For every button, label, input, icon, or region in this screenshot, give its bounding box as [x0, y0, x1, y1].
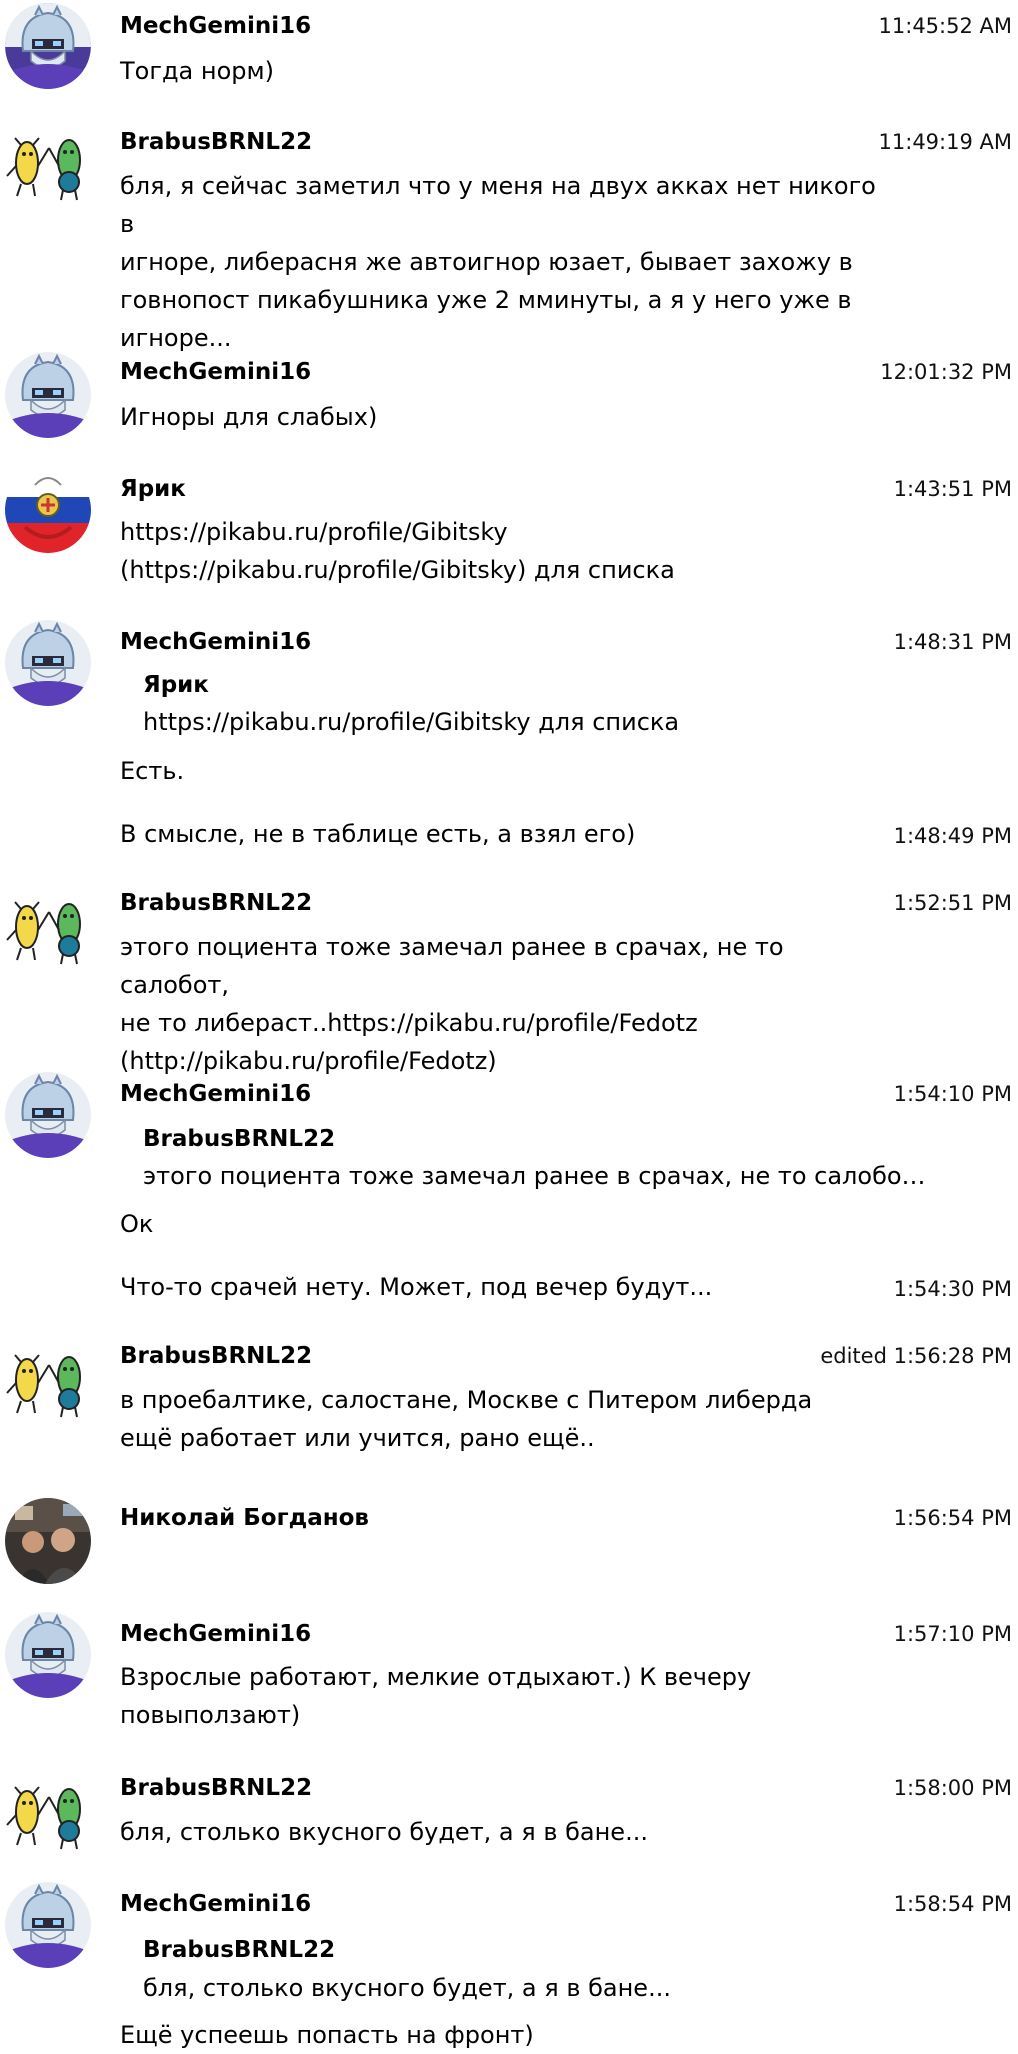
timestamp: 1:58:54 PM: [893, 1892, 1012, 1916]
avatar-mechgemini16[interactable]: [5, 352, 91, 438]
message-line: (https://pikabu.ru/profile/Gibitsky) для…: [120, 556, 675, 584]
quote-text: https://pikabu.ru/profile/Gibitsky для с…: [143, 708, 680, 736]
message-text: Ещё успеешь попасть на фронт): [120, 2021, 534, 2049]
message-line: повыползают): [120, 1701, 301, 1729]
link-text[interactable]: не то либераст..https://pikabu.ru/profil…: [120, 1004, 880, 1042]
quote-author: BrabusBRNL22: [143, 1126, 336, 1152]
timestamp: 12:01:32 PM: [880, 360, 1012, 384]
author-name[interactable]: MechGemini16: [120, 1620, 311, 1648]
quote-text: этого поциента тоже замечал ранее в срач…: [143, 1162, 926, 1190]
author-name[interactable]: BrabusBRNL22: [120, 1342, 312, 1370]
author-name[interactable]: MechGemini16: [120, 1080, 311, 1108]
timestamp: 1:54:30 PM: [893, 1277, 1012, 1301]
avatar-brabusbrnl22[interactable]: [5, 882, 91, 968]
message-line: игноре...: [120, 324, 232, 352]
avatar-brabusbrnl22[interactable]: [5, 1335, 91, 1421]
avatar-yarik[interactable]: [5, 467, 91, 553]
message-line: этого поциента тоже замечал ранее в срач…: [120, 933, 784, 999]
timestamp: 1:48:31 PM: [893, 630, 1012, 654]
avatar-brabusbrnl22[interactable]: [5, 118, 91, 204]
timestamp: 1:56:54 PM: [893, 1506, 1012, 1530]
author-name[interactable]: Ярик: [120, 475, 186, 503]
timestamp: 1:58:00 PM: [893, 1776, 1012, 1800]
robot-helmet-icon: [5, 352, 91, 438]
avatar-brabusbrnl22[interactable]: [5, 1767, 91, 1853]
link-text[interactable]: https://pikabu.ru/profile/Gibitsky: [120, 513, 880, 551]
robot-helmet-icon: [5, 3, 91, 89]
user-photo-icon: [5, 1498, 91, 1584]
message-text: Ок: [120, 1210, 154, 1238]
message-text: бля, столько вкусного будет, а я в бане.…: [120, 1818, 648, 1846]
message-text: Взрослые работают, мелкие отдыхают.) К в…: [120, 1658, 880, 1734]
message-text: бля, я сейчас заметил что у меня на двух…: [120, 167, 880, 357]
timestamp: 1:57:10 PM: [893, 1622, 1012, 1646]
message-text: Игноры для слабых): [120, 403, 378, 431]
robot-helmet-icon: [5, 1612, 91, 1698]
author-name[interactable]: Николай Богданов: [120, 1504, 369, 1532]
message-line: ещё работает или учится, рано ещё..: [120, 1424, 595, 1452]
author-name[interactable]: BrabusBRNL22: [120, 889, 312, 917]
message-text: Что-то срачей нету. Может, под вечер буд…: [120, 1273, 713, 1301]
timestamp: 11:45:52 AM: [878, 14, 1012, 38]
message-line: Взрослые работают, мелкие отдыхают.) К в…: [120, 1663, 752, 1691]
timestamp: 11:49:19 AM: [878, 130, 1012, 154]
timestamp: 1:48:49 PM: [893, 824, 1012, 848]
robot-helmet-icon: [5, 1072, 91, 1158]
avatar-mechgemini16[interactable]: [5, 1612, 91, 1698]
avatar-mechgemini16[interactable]: [5, 1072, 91, 1158]
message-text: https://pikabu.ru/profile/Gibitsky (http…: [120, 513, 880, 589]
link-text[interactable]: (http://pikabu.ru/profile/Fedotz): [120, 1042, 880, 1080]
author-name[interactable]: MechGemini16: [120, 358, 311, 386]
message-line: говнопост пикабушника уже 2 мминуты, а я…: [120, 286, 852, 314]
timestamp: 1:43:51 PM: [893, 477, 1012, 501]
quote-author: BrabusBRNL22: [143, 1937, 336, 1963]
robot-helmet-icon: [5, 1882, 91, 1968]
timestamp: edited 1:56:28 PM: [820, 1344, 1012, 1368]
message-line: бля, я сейчас заметил что у меня на двух…: [120, 172, 876, 238]
message-line: игноре, либерасня же автоигнор юзает, бы…: [120, 248, 853, 276]
avatar-mechgemini16[interactable]: [5, 3, 91, 89]
avatar-mechgemini16[interactable]: [5, 1882, 91, 1968]
message-text: Есть.: [120, 757, 185, 785]
message-text: в проебалтике, салостане, Москве с Питер…: [120, 1381, 880, 1457]
author-name[interactable]: BrabusBRNL22: [120, 128, 312, 156]
avatar-nikolay-bogdanov[interactable]: [5, 1498, 91, 1584]
message-text: этого поциента тоже замечал ранее в срач…: [120, 928, 880, 1080]
timestamp: 1:52:51 PM: [893, 891, 1012, 915]
flag-emblem-icon: [5, 467, 91, 553]
message-text: В смысле, не в таблице есть, а взял его): [120, 820, 636, 848]
cartoon-peas-icon: [5, 118, 91, 204]
message-text: Тогда норм): [120, 57, 274, 85]
author-name[interactable]: MechGemini16: [120, 628, 311, 656]
cartoon-peas-icon: [5, 1767, 91, 1853]
avatar-mechgemini16[interactable]: [5, 620, 91, 706]
author-name[interactable]: BrabusBRNL22: [120, 1774, 312, 1802]
cartoon-peas-icon: [5, 882, 91, 968]
message-line: в проебалтике, салостане, Москве с Питер…: [120, 1386, 813, 1414]
author-name[interactable]: MechGemini16: [120, 1890, 311, 1918]
quote-text: бля, столько вкусного будет, а я в бане.…: [143, 1974, 671, 2002]
cartoon-peas-icon: [5, 1335, 91, 1421]
quote-author: Ярик: [143, 672, 209, 698]
timestamp: 1:54:10 PM: [893, 1082, 1012, 1106]
author-name[interactable]: MechGemini16: [120, 12, 311, 40]
robot-helmet-icon: [5, 620, 91, 706]
